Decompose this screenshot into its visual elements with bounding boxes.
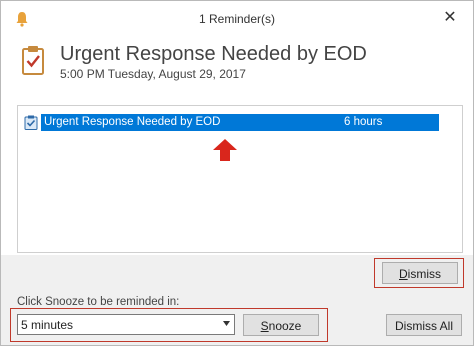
snooze-button[interactable]: Snooze (243, 314, 319, 336)
close-button[interactable]: ✕ (439, 7, 461, 29)
reminder-list-area: Urgent Response Needed by EOD 6 hours (1, 93, 473, 255)
reminder-datetime: 5:00 PM Tuesday, August 29, 2017 (60, 67, 246, 81)
list-item[interactable]: Urgent Response Needed by EOD 6 hours (22, 114, 439, 131)
reminder-list[interactable]: Urgent Response Needed by EOD 6 hours (17, 105, 463, 253)
title-bar: 1 Reminder(s) ✕ (1, 1, 473, 37)
reminder-window: 1 Reminder(s) ✕ Urgent Response Needed b… (0, 0, 474, 346)
dismiss-all-button[interactable]: Dismiss All (386, 314, 462, 336)
list-item-subject: Urgent Response Needed by EOD (44, 116, 221, 128)
clipboard-check-small-icon (24, 115, 38, 130)
reminder-header: Urgent Response Needed by EOD 5:00 PM Tu… (1, 37, 473, 93)
snooze-time-select[interactable]: 5 minutes (17, 314, 235, 335)
dismiss-button[interactable]: Dismiss (382, 262, 458, 284)
list-item-due-in: 6 hours (344, 116, 383, 128)
chevron-down-icon (223, 321, 230, 326)
window-title: 1 Reminder(s) (198, 12, 276, 26)
clipboard-check-icon (22, 46, 44, 75)
snooze-time-value: 5 minutes (21, 318, 74, 332)
reminder-subject: Urgent Response Needed by EOD (60, 43, 367, 65)
red-arrow-up-icon (213, 139, 237, 161)
snooze-prompt: Click Snooze to be reminded in: (17, 296, 180, 308)
dismiss-all-label: Dismiss All (394, 319, 453, 333)
